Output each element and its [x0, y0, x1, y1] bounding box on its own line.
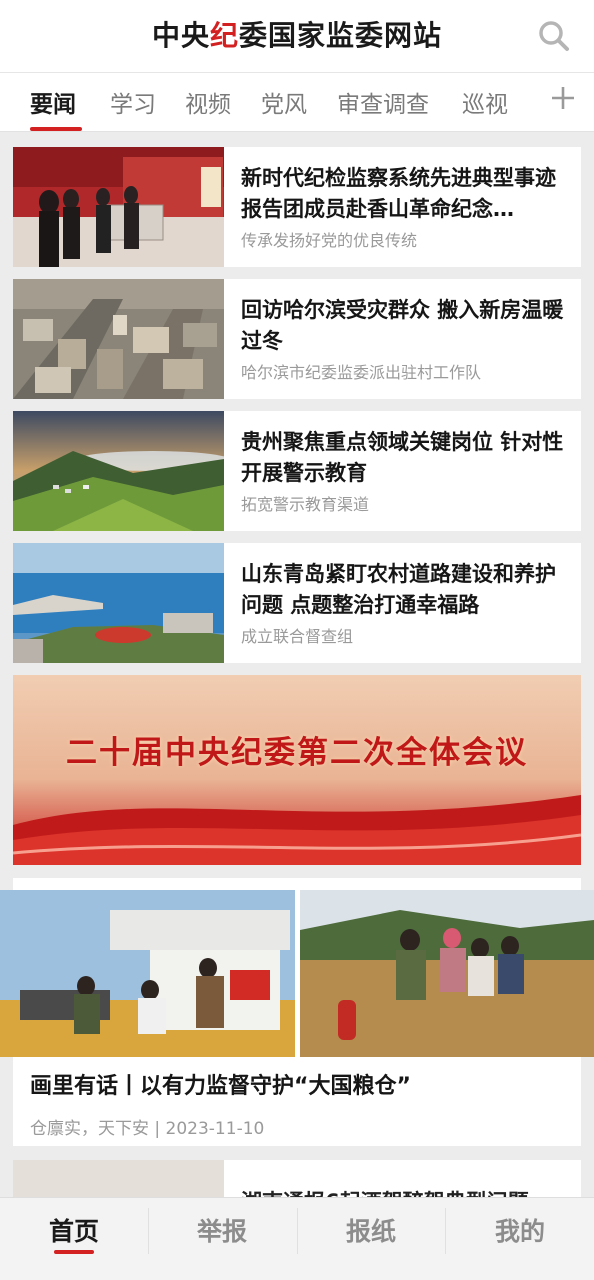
news-card[interactable]: 贵州聚焦重点领域关键岗位 针对性开展警示教育 拓宽警示教育渠道: [13, 411, 581, 531]
feature-photo-harvester: [0, 890, 295, 1057]
news-card[interactable]: 新时代纪检监察系统先进典型事迹报告团成员赴香山革命纪念… 传承发扬好党的优良传统: [13, 147, 581, 267]
news-title: 新时代纪检监察系统先进典型事迹报告团成员赴香山革命纪念…: [241, 166, 556, 221]
feature-photo-farmers: [300, 890, 594, 1057]
feature-meta: 仓廪实，天下安 | 2023-11-10: [30, 1119, 265, 1139]
tab-inspection[interactable]: 巡视: [462, 85, 508, 119]
tab-study[interactable]: 学习: [110, 85, 156, 119]
bottom-navigation: 首页 举报 报纸 我的: [0, 1197, 594, 1280]
app-header: 中央纪委国家监委网站: [0, 0, 594, 72]
nav-profile[interactable]: 我的: [446, 1198, 594, 1280]
news-card[interactable]: 山东青岛紧盯农村道路建设和养护问题 点题整治打通幸福路 成立联合督查组: [13, 543, 581, 663]
news-thumbnail-coast: [13, 543, 224, 663]
news-thumbnail-exhibition: [13, 147, 224, 267]
news-subtitle: 成立联合督查组: [241, 627, 354, 646]
active-nav-indicator: [54, 1250, 94, 1254]
feature-title: 画里有话丨以有力监督守护“大国粮仓”: [30, 1074, 411, 1099]
nav-report[interactable]: 举报: [148, 1198, 296, 1280]
nav-label: 我的: [494, 1217, 545, 1246]
plenary-session-banner[interactable]: 二十届中央纪委第二次全体会议: [13, 675, 581, 865]
news-title: 贵州聚焦重点领域关键岗位 针对性开展警示教育: [241, 430, 564, 485]
banner-title: 二十届中央纪委第二次全体会议: [66, 735, 528, 771]
active-tab-indicator: [30, 127, 82, 131]
app-title-part: 中央: [151, 19, 210, 52]
tab-party-style[interactable]: 党风: [261, 85, 307, 119]
app-title-highlight: 纪: [209, 19, 239, 52]
tab-investigation[interactable]: 审查调查: [337, 85, 429, 119]
app-title-part: 委国家监委网站: [239, 19, 443, 52]
news-title: 山东青岛紧盯农村道路建设和养护问题 点题整治打通幸福路: [241, 562, 556, 617]
news-thumbnail-landscape: [13, 411, 224, 531]
nav-label: 报纸: [345, 1217, 396, 1246]
tab-headlines[interactable]: 要闻: [30, 85, 76, 119]
nav-label: 举报: [196, 1217, 247, 1246]
tab-video[interactable]: 视频: [185, 85, 231, 119]
nav-label: 首页: [48, 1217, 99, 1246]
channel-tabs: 要闻 学习 视频 党风 审查调查 巡视: [0, 72, 594, 132]
news-title: 回访哈尔滨受灾群众 搬入新房温暖过冬: [241, 298, 564, 353]
nav-home[interactable]: 首页: [0, 1198, 148, 1280]
search-icon[interactable]: [536, 18, 572, 54]
nav-newspaper[interactable]: 报纸: [297, 1198, 445, 1280]
news-subtitle: 哈尔滨市纪委监委派出驻村工作队: [241, 363, 482, 382]
app-title: 中央纪委国家监委网站: [0, 14, 594, 54]
plus-icon[interactable]: [550, 85, 576, 111]
news-card[interactable]: 回访哈尔滨受灾群众 搬入新房温暖过冬 哈尔滨市纪委监委派出驻村工作队: [13, 279, 581, 399]
news-subtitle: 传承发扬好党的优良传统: [241, 231, 418, 250]
news-subtitle: 拓宽警示教育渠道: [241, 495, 370, 514]
news-thumbnail-city: [13, 279, 224, 399]
